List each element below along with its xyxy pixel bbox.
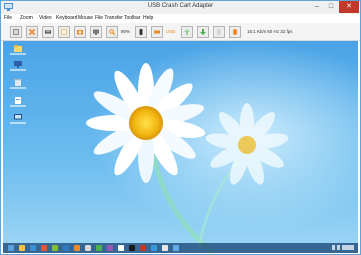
app-icon-purple[interactable] <box>107 245 113 251</box>
monitor-icon <box>14 114 22 120</box>
lock-button[interactable] <box>135 26 147 38</box>
menu-file-transfer[interactable]: File Transfer <box>95 15 123 21</box>
close-button[interactable]: ✕ <box>339 1 359 13</box>
transfer-up-button[interactable] <box>181 26 193 38</box>
menu-mouse[interactable]: Mouse <box>78 15 93 21</box>
file-icon <box>217 29 221 35</box>
app-icon-orange[interactable] <box>74 245 80 251</box>
usb-icon <box>154 30 160 34</box>
image-icon <box>61 29 67 35</box>
zoom-button[interactable] <box>106 26 118 38</box>
recycle-bin-icon <box>14 79 22 86</box>
menu-file[interactable]: File <box>4 15 12 21</box>
mouse-button[interactable] <box>229 26 241 38</box>
desktop-monitor-shortcut[interactable] <box>10 114 26 125</box>
desktop-network-shortcut[interactable] <box>10 61 26 72</box>
video-button[interactable] <box>74 26 86 38</box>
app-icon-green-2[interactable] <box>96 245 102 251</box>
desktop-document-shortcut[interactable] <box>10 97 26 108</box>
app-icon-dark[interactable] <box>129 245 135 251</box>
download-icon <box>200 29 206 35</box>
document-icon <box>15 97 21 104</box>
toolbar: 90% USB 16:1 Kb/s 60 Hz 32 fps <box>1 23 360 41</box>
app-icon-cyan[interactable] <box>173 245 179 251</box>
upload-icon <box>184 29 190 35</box>
app-icon-sky[interactable] <box>151 245 157 251</box>
camera-icon <box>77 30 83 35</box>
maximize-button[interactable]: □ <box>324 1 338 13</box>
minimize-button[interactable]: – <box>310 1 324 13</box>
browser-icon[interactable] <box>30 245 36 251</box>
explorer-icon[interactable] <box>19 245 25 251</box>
x-icon <box>29 29 35 35</box>
desktop-folder-shortcut[interactable] <box>10 45 26 56</box>
menu-bar: File Zoom Video Keyboard Mouse File Tran… <box>1 14 360 23</box>
desktop-recycle-bin[interactable] <box>10 79 26 90</box>
app-icon-green[interactable] <box>52 245 58 251</box>
magnifier-icon <box>109 29 115 35</box>
app-icon-white[interactable] <box>118 245 124 251</box>
zoom-level: 90% <box>121 29 131 34</box>
snapshot-button[interactable] <box>58 26 70 38</box>
transfer-down-button[interactable] <box>197 26 209 38</box>
start-button-icon[interactable] <box>8 245 14 251</box>
network-icon <box>14 61 22 68</box>
menu-video[interactable]: Video <box>39 15 52 21</box>
file-button[interactable] <box>213 26 225 38</box>
keyboard-icon <box>45 30 51 34</box>
title-bar[interactable]: USB Crash Cart Adapter – □ ✕ <box>1 1 360 14</box>
lock-icon <box>139 29 143 35</box>
system-tray[interactable] <box>332 245 354 250</box>
menu-toolbar[interactable]: Toolbar <box>124 15 140 21</box>
desktop-wallpaper <box>3 41 358 253</box>
menu-zoom[interactable]: Zoom <box>20 15 33 21</box>
settings-icon <box>13 29 19 35</box>
app-window: USB Crash Cart Adapter – □ ✕ File Zoom V… <box>0 0 361 255</box>
taskbar <box>3 243 358 253</box>
display-button[interactable] <box>90 26 102 38</box>
remote-screen[interactable] <box>3 41 358 253</box>
settings-button[interactable] <box>10 26 22 38</box>
app-icon-light[interactable] <box>162 245 168 251</box>
app-icon-grey[interactable] <box>85 245 91 251</box>
monitor-icon <box>93 29 99 35</box>
app-icon-blue[interactable] <box>63 245 69 251</box>
usb-button[interactable] <box>151 26 163 38</box>
keyboard-button[interactable] <box>42 26 54 38</box>
app-icon-crimson[interactable] <box>140 245 146 251</box>
window-title: USB Crash Cart Adapter <box>147 3 214 9</box>
app-icon-red[interactable] <box>41 245 47 251</box>
disconnect-button[interactable] <box>26 26 38 38</box>
status-readout: 16:1 Kb/s 60 Hz 32 fps <box>247 29 293 34</box>
hand-icon <box>233 29 237 35</box>
menu-keyboard[interactable]: Keyboard <box>56 15 77 21</box>
folder-icon <box>14 45 22 52</box>
usb-label: USB <box>166 29 176 34</box>
menu-help[interactable]: Help <box>143 15 153 21</box>
